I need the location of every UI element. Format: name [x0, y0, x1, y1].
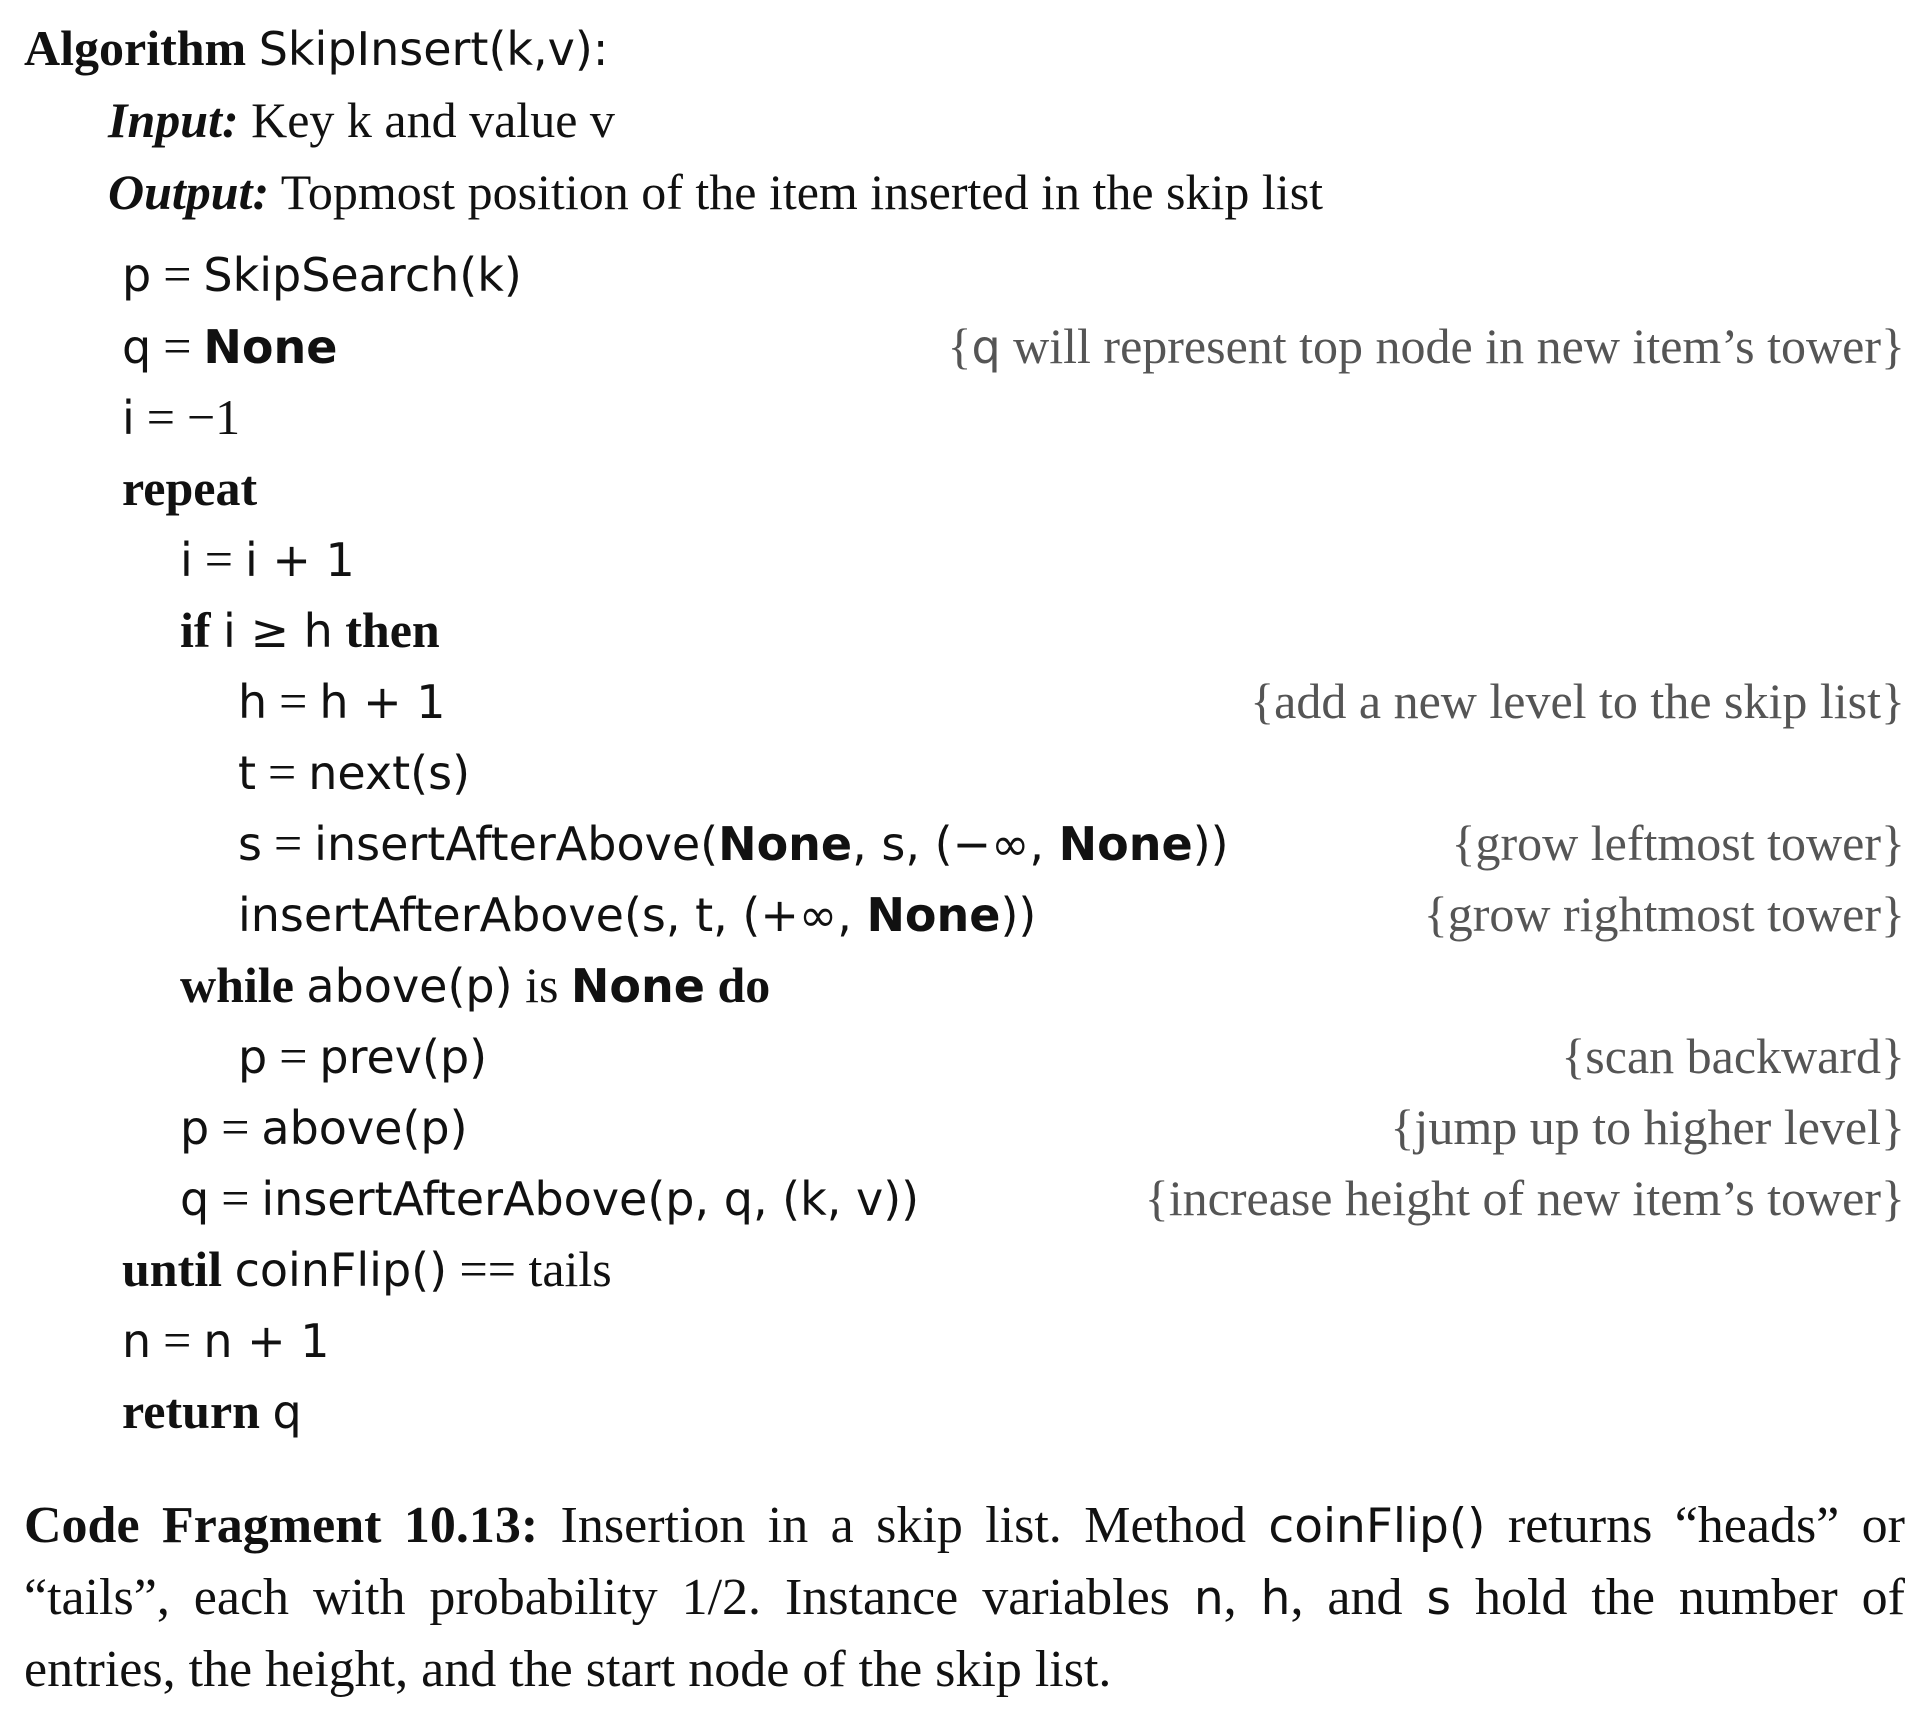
code-line-10: insertAfterAbove(s, t, (+∞, None)): [238, 888, 1037, 942]
do-keyword: do: [717, 957, 771, 1013]
code-line-3: i = −1: [122, 389, 241, 445]
code-line-13: p = above(p): [180, 1099, 468, 1155]
then-keyword: then: [345, 602, 440, 658]
code-line-while: while above(p) is None do: [180, 957, 771, 1013]
is-keyword: is: [525, 957, 559, 1013]
algorithm-header: Algorithm SkipInsert(k,v):: [24, 12, 608, 84]
code-line-5: i = i + 1: [180, 531, 355, 587]
var-p: p: [122, 248, 152, 302]
code-line-repeat: repeat: [122, 452, 257, 524]
input-line: Input: Key k and value v: [108, 84, 615, 156]
output-line: Output: Topmost position of the item ins…: [108, 156, 1323, 228]
code-line-16: n = n + 1: [122, 1312, 330, 1368]
comment-line-2: {q will represent top node in new item’s…: [947, 318, 1905, 374]
if-keyword: if: [180, 602, 211, 658]
code-line-2: q = None: [122, 318, 338, 374]
code-line-if: if i ≥ h then: [180, 594, 440, 666]
code-line-9: s = insertAfterAbove(None, s, (−∞, None)): [238, 815, 1229, 871]
input-label: Input:: [108, 92, 239, 148]
while-keyword: while: [180, 957, 294, 1013]
if-condition: i ≥ h: [223, 604, 333, 658]
comment-line-10: {grow rightmost tower}: [1423, 886, 1905, 942]
comment-line-13: {jump up to higher level}: [1390, 1099, 1905, 1155]
minus-one: −1: [186, 389, 241, 445]
var-q: q: [122, 320, 152, 374]
skipsearch-call: SkipSearch(k): [203, 248, 522, 302]
code-line-12: p = prev(p): [238, 1028, 488, 1084]
output-text: Topmost position of the item inserted in…: [280, 164, 1324, 220]
code-fragment-page: Algorithm SkipInsert(k,v): Input: Key k …: [0, 0, 1929, 1710]
comment-line-9: {grow leftmost tower}: [1451, 815, 1905, 871]
code-line-return: return q: [122, 1383, 302, 1439]
code-line-1: p = SkipSearch(k): [122, 246, 522, 302]
caption-label: Code Fragment 10.13:: [24, 1497, 539, 1554]
output-label: Output:: [108, 164, 270, 220]
var-i: i: [122, 391, 135, 445]
none-keyword: None: [203, 320, 338, 374]
repeat-keyword: repeat: [122, 460, 258, 516]
input-text: Key k and value v: [251, 92, 615, 148]
return-keyword: return: [122, 1383, 260, 1439]
code-line-8: t = next(s): [238, 744, 471, 800]
comment-line-7: {add a new level to the skip list}: [1250, 673, 1905, 729]
algorithm-signature: SkipInsert(k,v):: [258, 22, 609, 76]
code-line-14: q = insertAfterAbove(p, q, (k, v)): [180, 1170, 920, 1226]
code-fragment-caption: Code Fragment 10.13: Insertion in a skip…: [24, 1497, 1906, 1698]
until-keyword: until: [122, 1241, 223, 1297]
algorithm-keyword: Algorithm: [24, 20, 247, 76]
code-line-until: until coinFlip() == tails: [122, 1241, 612, 1297]
comment-line-12: {scan backward}: [1561, 1028, 1905, 1084]
code-line-7: h = h + 1: [238, 673, 446, 729]
comment-line-14: {increase height of new item’s tower}: [1144, 1170, 1905, 1226]
